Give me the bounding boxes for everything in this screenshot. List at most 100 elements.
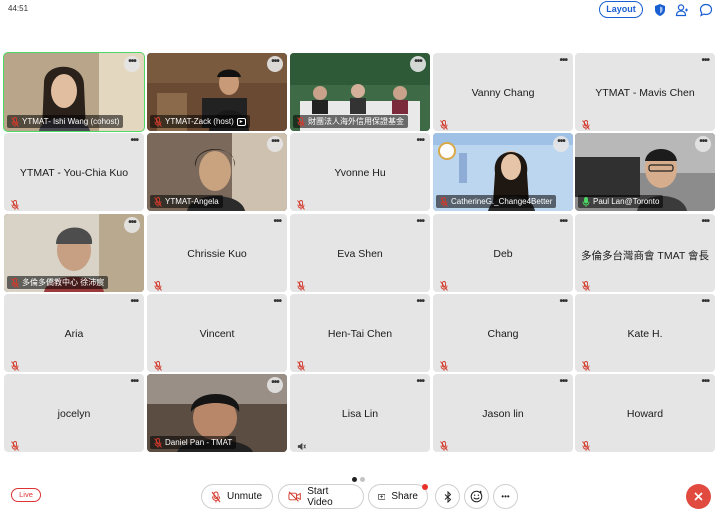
participant-tile[interactable]: ••• Eva Shen [290,214,430,292]
participant-tile[interactable]: ••• Deb [433,214,573,292]
tile-more-button[interactable]: ••• [267,56,283,72]
tile-more-button[interactable]: ••• [559,55,567,66]
participant-name: Jason lin [482,408,524,420]
participant-tile[interactable]: ••• jocelyn [4,374,144,452]
participant-tile[interactable]: ••• CatherineG._Change4Better [433,133,573,211]
share-screen-icon [378,493,386,500]
participant-tile[interactable]: ••• Lisa Lin [290,374,430,452]
tile-more-button[interactable]: ••• [273,296,281,307]
participant-name: 多倫多台灣商會 TMAT 會長 [581,250,709,262]
emoji-icon [470,490,483,503]
tile-more-button[interactable]: ••• [701,55,709,66]
tile-more-button[interactable]: ••• [416,296,424,307]
participant-tile[interactable]: ••• Yvonne Hu [290,133,430,211]
participant-caption: CatherineG._Change4Better [436,195,557,208]
participant-name: Paul Lan@Toronto [593,197,660,206]
participant-caption: YTMAT-Angela [150,195,223,208]
participant-name: YTMAT- Ishi Wang (cohost) [22,117,120,126]
tile-more-button[interactable]: ••• [267,377,283,393]
participant-tile[interactable]: ••• 多倫多僑教中心 徐沛宸 [4,214,144,292]
tile-more-button[interactable]: ••• [130,296,138,307]
participant-tile[interactable]: ••• YTMAT-Zack (host) ▸ [147,53,287,131]
participant-name: YTMAT-Angela [165,197,219,206]
participant-tile[interactable]: ••• YTMAT- Ishi Wang (cohost) [3,52,145,132]
tile-more-button[interactable]: ••• [695,136,711,152]
participant-name: YTMAT-Zack (host) [165,117,234,126]
tile-more-button[interactable]: ••• [416,135,424,146]
bluetooth-icon [444,490,451,503]
more-button[interactable]: ••• [493,484,518,509]
muted-mic-icon [154,196,162,207]
participant-name: YTMAT - You-Chia Kuo [19,167,129,179]
tile-more-button[interactable]: ••• [416,216,424,227]
participant-tile[interactable]: ••• Chrissie Kuo [147,214,287,292]
participant-tile[interactable]: ••• Paul Lan@Toronto [575,133,715,211]
participant-name: Deb [493,248,513,260]
participant-name: YTMAT - Mavis Chen [595,87,695,99]
participant-tile[interactable]: ••• YTMAT - You-Chia Kuo [4,133,144,211]
muted-mic-icon [11,277,19,288]
tile-more-button[interactable]: ••• [559,216,567,227]
participant-tile[interactable]: ••• Howard [575,374,715,452]
participant-name: Daniel Pan - TMAT [165,438,233,447]
muted-mic-icon [440,117,448,130]
clock: 44:51 [8,4,29,13]
unmute-label: Unmute [227,491,263,502]
muted-mic-icon [154,278,162,291]
tile-more-button[interactable]: ••• [701,216,709,227]
shield-icon[interactable] [653,3,667,17]
chat-icon[interactable] [699,3,713,17]
muted-mic-icon [440,196,448,207]
participant-tile[interactable]: ••• Hen-Tai Chen [290,294,430,372]
live-badge[interactable]: Live [11,488,41,502]
end-call-button[interactable] [686,484,711,509]
muted-mic-icon [297,278,305,291]
muted-mic-icon [211,491,221,502]
participant-caption: YTMAT-Zack (host) ▸ [150,115,250,128]
participants-icon[interactable] [675,3,689,17]
video-off-icon [288,491,301,502]
participant-tile[interactable]: ••• Chang [433,294,573,372]
muted-mic-icon [582,278,590,291]
unmute-button[interactable]: Unmute [201,484,273,509]
layout-button[interactable]: Layout [599,1,643,18]
participant-tile[interactable]: ••• Vanny Chang [433,53,573,131]
tile-more-button[interactable]: ••• [267,136,283,152]
participant-tile[interactable]: ••• 多倫多台灣商會 TMAT 會長 [575,214,715,292]
share-button[interactable]: Share [368,484,428,509]
tile-more-button[interactable]: ••• [124,217,140,233]
muted-mic-icon [297,358,305,371]
muted-mic-icon [582,438,590,451]
participant-tile[interactable]: ••• YTMAT-Angela [147,133,287,211]
reactions-button[interactable] [464,484,489,509]
tile-more-button[interactable]: ••• [130,376,138,387]
closed-caption-icon: ▸ [236,117,246,126]
tile-more-button[interactable]: ••• [416,376,424,387]
start-video-button[interactable]: Start Video [278,484,364,509]
tile-more-button[interactable]: ••• [124,56,140,72]
tile-more-button[interactable]: ••• [130,135,138,146]
tile-more-button[interactable]: ••• [701,376,709,387]
bluetooth-button[interactable] [435,484,460,509]
participant-tile[interactable]: ••• Daniel Pan - TMAT [147,374,287,452]
participant-name: Howard [626,408,664,420]
participant-tile[interactable]: ••• Jason lin [433,374,573,452]
participant-tile[interactable]: ••• Kate H. [575,294,715,372]
tile-more-button[interactable]: ••• [553,136,569,152]
tile-more-button[interactable]: ••• [559,296,567,307]
participant-name: Yvonne Hu [334,167,386,179]
participant-tile[interactable]: ••• Aria [4,294,144,372]
muted-mic-icon [11,358,19,371]
tile-more-button[interactable]: ••• [701,296,709,307]
tile-more-button[interactable]: ••• [559,376,567,387]
muted-mic-icon [11,438,19,451]
participant-tile[interactable]: ••• Vincent [147,294,287,372]
muted-mic-icon [440,438,448,451]
tile-more-button[interactable]: ••• [410,56,426,72]
participant-tile[interactable]: ••• YTMAT - Mavis Chen [575,53,715,131]
tile-more-button[interactable]: ••• [273,216,281,227]
participant-tile[interactable]: ••• 財團法人海外信用保證基金 [290,53,430,131]
participant-name: Chang [487,328,519,340]
muted-mic-icon [11,116,19,127]
participant-name: Kate H. [627,328,663,340]
